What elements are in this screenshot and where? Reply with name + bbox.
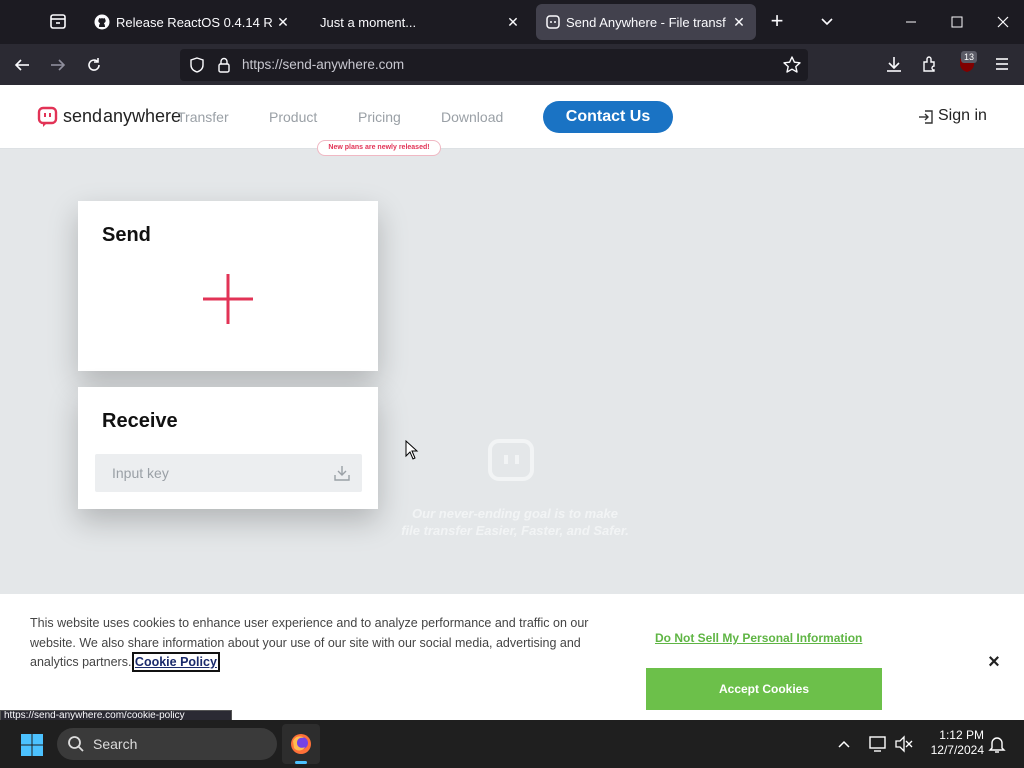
clock-time: 1:12 PM bbox=[939, 728, 984, 742]
mouse-cursor-icon bbox=[405, 439, 419, 460]
input-key-placeholder: Input key bbox=[112, 465, 169, 481]
accept-cookies-button[interactable]: Accept Cookies bbox=[646, 668, 882, 710]
send-anywhere-logo-icon bbox=[37, 106, 59, 128]
window-close-icon[interactable] bbox=[980, 0, 1024, 44]
back-icon[interactable] bbox=[7, 50, 37, 80]
tab-just-a-moment[interactable]: Just a moment... ✕ bbox=[308, 4, 530, 40]
close-tab-icon[interactable]: ✕ bbox=[274, 13, 292, 31]
cookie-policy-link[interactable]: Cookie Policy bbox=[131, 652, 220, 672]
close-tab-icon[interactable]: ✕ bbox=[504, 13, 522, 31]
tab-title: Send Anywhere - File transfer bbox=[566, 15, 726, 30]
close-tab-icon[interactable]: ✕ bbox=[730, 13, 748, 31]
network-icon[interactable] bbox=[868, 734, 888, 754]
nav-download[interactable]: Download bbox=[441, 109, 503, 125]
tab-send-anywhere[interactable]: Send Anywhere - File transfer ✕ bbox=[536, 4, 756, 40]
tagline-line-2: file transfer Easier, Faster, and Safer. bbox=[401, 523, 629, 538]
tab-overview-icon[interactable] bbox=[46, 11, 70, 33]
tagline: Our never-ending goal is to make file tr… bbox=[360, 505, 670, 539]
cookie-close-icon[interactable]: × bbox=[983, 651, 1005, 673]
send-title: Send bbox=[102, 224, 151, 246]
send-card[interactable]: Send bbox=[78, 201, 378, 371]
status-bar-url: https://send-anywhere.com/cookie-policy bbox=[0, 710, 232, 720]
pricing-new-badge: New plans are newly released! bbox=[317, 140, 441, 156]
menu-icon[interactable] bbox=[992, 55, 1012, 73]
minimize-icon[interactable] bbox=[888, 0, 934, 44]
taskbar: Search 1:12 PM 12/7/2024 bbox=[0, 720, 1024, 768]
search-icon bbox=[67, 735, 85, 753]
site-logo[interactable]: send anywhere Transfer bbox=[37, 106, 237, 130]
clock-date: 12/7/2024 bbox=[930, 743, 984, 757]
nav-product[interactable]: Product bbox=[269, 109, 317, 125]
downloads-icon[interactable] bbox=[884, 54, 904, 74]
contact-us-button[interactable]: Contact Us bbox=[543, 101, 673, 133]
logo-subtitle: Transfer bbox=[177, 109, 229, 125]
cookie-message: This website uses cookies to enhance use… bbox=[30, 616, 589, 669]
cookie-text: This website uses cookies to enhance use… bbox=[30, 614, 620, 673]
taskbar-firefox[interactable] bbox=[282, 724, 320, 764]
receive-download-icon[interactable] bbox=[333, 464, 351, 482]
volume-muted-icon[interactable] bbox=[894, 734, 914, 754]
github-icon bbox=[94, 14, 110, 30]
maximize-icon[interactable] bbox=[934, 0, 980, 44]
clock[interactable]: 1:12 PM 12/7/2024 bbox=[918, 728, 984, 760]
tagline-line-1: Our never-ending goal is to make bbox=[412, 506, 618, 521]
new-tab-icon[interactable]: + bbox=[766, 10, 788, 33]
ublock-icon[interactable]: 13 bbox=[956, 51, 978, 75]
extensions-icon[interactable] bbox=[920, 54, 940, 74]
search-label: Search bbox=[93, 736, 138, 752]
browser-tab-bar: Release ReactOS 0.4.14 Release ✕ Just a … bbox=[0, 0, 1024, 44]
lock-icon[interactable] bbox=[216, 56, 232, 74]
watermark-logo-icon bbox=[486, 434, 538, 486]
do-not-sell-link[interactable]: Do Not Sell My Personal Information bbox=[655, 631, 862, 645]
input-key-field[interactable]: Input key bbox=[95, 454, 362, 492]
tracking-protection-icon[interactable] bbox=[188, 56, 206, 74]
windows-start-icon[interactable] bbox=[20, 733, 44, 757]
url-text[interactable]: https://send-anywhere.com bbox=[242, 57, 404, 72]
nav-pricing[interactable]: Pricing bbox=[358, 109, 401, 125]
active-app-indicator bbox=[295, 761, 307, 764]
show-hidden-icons-chevron[interactable] bbox=[836, 736, 852, 752]
bookmark-star-icon[interactable] bbox=[782, 55, 802, 75]
tab-title: Just a moment... bbox=[320, 15, 417, 30]
send-anywhere-icon bbox=[546, 15, 560, 29]
forward-icon[interactable] bbox=[43, 50, 73, 80]
tab-github-release[interactable]: Release ReactOS 0.4.14 Release ✕ bbox=[86, 4, 300, 40]
receive-title: Receive bbox=[102, 410, 178, 432]
tab-title: Release ReactOS 0.4.14 Release bbox=[116, 15, 272, 30]
notification-bell-icon[interactable] bbox=[988, 734, 1006, 754]
sign-in-icon bbox=[918, 109, 934, 125]
taskbar-search[interactable]: Search bbox=[57, 728, 277, 760]
logo-text-send: send bbox=[63, 106, 103, 126]
receive-card: Receive Input key bbox=[78, 387, 378, 509]
logo-text-anywhere: anywhere bbox=[103, 106, 182, 126]
cookie-banner: This website uses cookies to enhance use… bbox=[0, 594, 1024, 720]
add-file-plus-icon[interactable] bbox=[201, 272, 255, 326]
site-header: send anywhere Transfer Product Pricing D… bbox=[0, 85, 1024, 149]
url-bar[interactable]: https://send-anywhere.com bbox=[180, 49, 808, 81]
list-all-tabs-icon[interactable] bbox=[816, 12, 838, 32]
extension-badge: 13 bbox=[961, 51, 978, 63]
sign-in-link[interactable]: Sign in bbox=[918, 107, 998, 129]
reload-icon[interactable] bbox=[79, 50, 109, 80]
firefox-icon bbox=[289, 732, 313, 756]
sign-in-label: Sign in bbox=[938, 107, 987, 124]
